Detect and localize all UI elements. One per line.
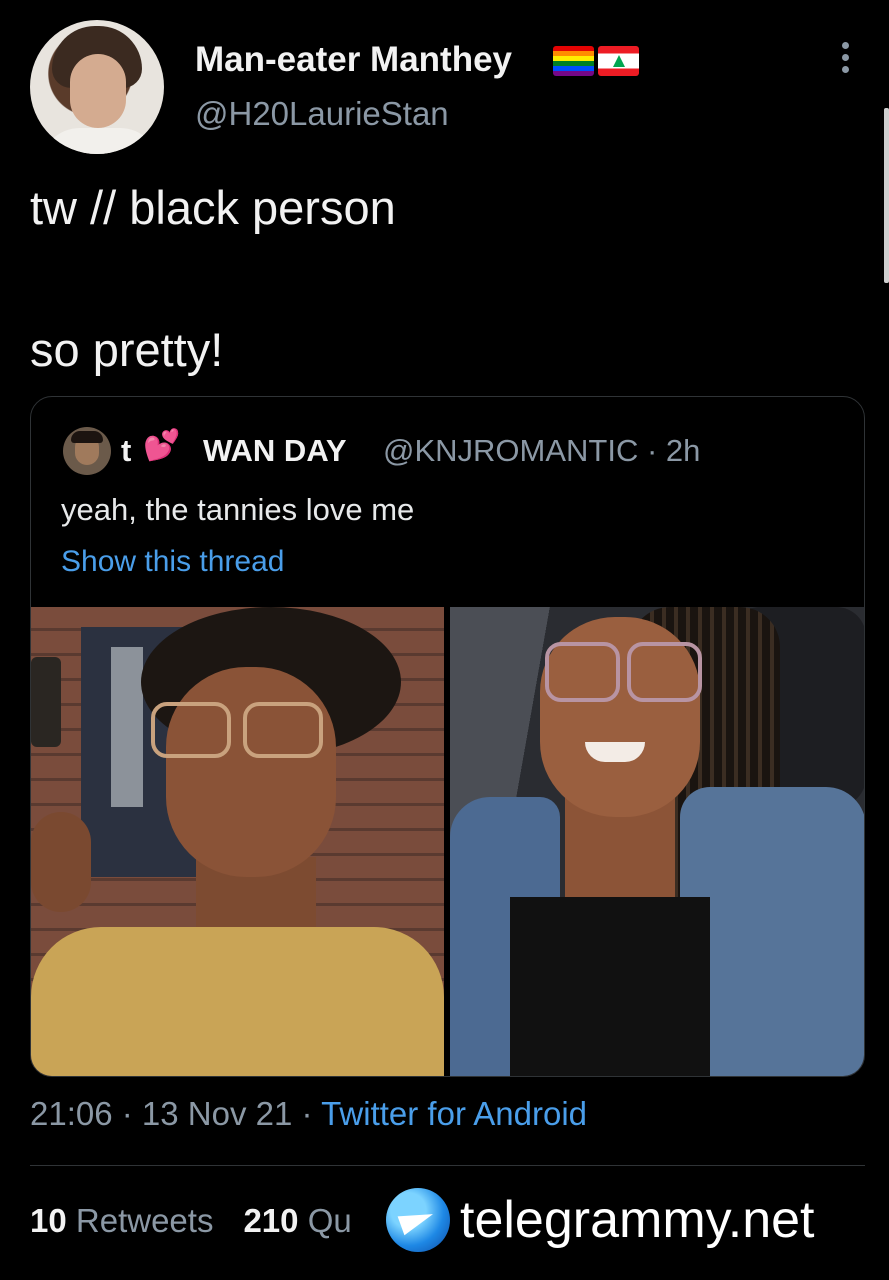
divider [30,1165,865,1166]
author-flags [553,46,639,76]
quoted-author-avatar[interactable] [63,427,111,475]
watermark-text: telegrammy.net [460,1191,815,1249]
watermark: telegrammy.net [386,1188,815,1252]
quoted-author-name-part-1: t [121,433,132,468]
retweets-count[interactable]: 10 [30,1202,67,1239]
quoted-author-name-part-2: WAN DAY [203,433,347,468]
glasses [545,642,705,712]
tweet-stats: 10 Retweets 210 Qu [30,1202,352,1240]
lebanon-flag-icon [598,46,639,76]
quoted-photo-right[interactable] [450,607,864,1076]
quoted-author-handle-time: @KNJROMANTIC · 2h [383,433,701,468]
glasses [151,702,331,758]
wall-lamp [31,657,61,747]
author-avatar[interactable] [30,20,164,154]
quoted-tweet[interactable]: t 💕 WAN DAY @KNJROMANTIC · 2h yeah, the … [30,396,865,1077]
raised-hand [31,812,91,912]
retweets-label[interactable]: Retweets [76,1202,214,1239]
door-window [111,647,143,807]
avatar-shirt [40,128,160,154]
two-hearts-icon: 💕 [143,429,181,462]
author-display-name[interactable]: Man-eater Manthey [195,40,512,80]
timestamp-text: 21:06 · 13 Nov 21 · [30,1095,322,1132]
tweet-text-line-1: tw // black person [30,181,396,234]
quoted-tweet-text: yeah, the tannies love me [61,492,415,527]
quotes-count[interactable]: 210 [243,1202,298,1239]
tweet-text-line-2: so pretty! [30,323,224,376]
yellow-top [31,927,444,1076]
avatar-face [70,54,126,128]
scrollbar[interactable] [884,108,889,283]
quoted-photo-left[interactable] [31,607,444,1076]
author-handle[interactable]: @H20LaurieStan [195,95,449,133]
telegram-logo-icon [386,1188,450,1252]
black-shirt [510,897,710,1076]
tweet-timestamp: 21:06 · 13 Nov 21 · Twitter for Android [30,1095,587,1133]
show-thread-link[interactable]: Show this thread [61,545,284,579]
tweet-header: Man-eater Manthey @H20LaurieStan [0,0,889,160]
rainbow-flag-icon [553,46,594,76]
quotes-label[interactable]: Qu [308,1202,352,1239]
more-options-icon[interactable] [836,42,854,78]
face [166,667,336,877]
tweet-source-link[interactable]: Twitter for Android [321,1095,587,1132]
